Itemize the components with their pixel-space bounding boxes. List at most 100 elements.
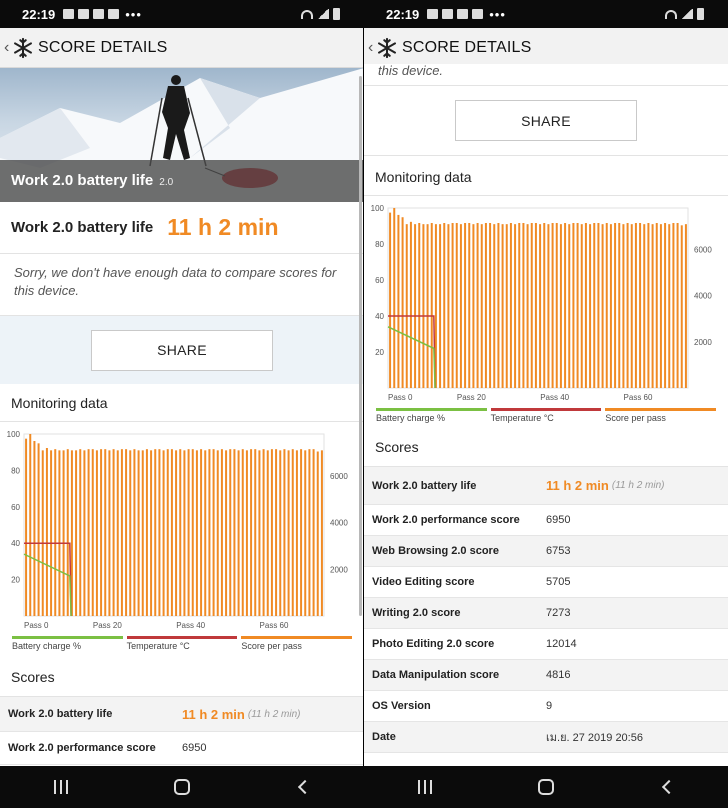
legend-score: Score per pass	[241, 636, 353, 651]
clock: 22:19	[386, 6, 420, 22]
score-bar	[108, 450, 111, 616]
scrollbar[interactable]	[359, 76, 362, 616]
monitoring-chart-svg: 20 40 60 80 100 2000 4000 6000 Pass 0 Pass 20 Pass…	[371, 204, 713, 402]
monitoring-chart: 20 40 60 80 100 2000 4000 6000 Pass 0 Pass 20 Pass…	[0, 422, 364, 636]
score-bar	[283, 449, 286, 616]
score-bar	[204, 450, 207, 616]
score-bar	[145, 449, 148, 616]
score-bar	[166, 449, 169, 616]
status-bar: 22:19 •••	[364, 0, 728, 28]
score-bar	[509, 223, 512, 388]
score-bar	[287, 450, 290, 616]
hero-version: 2.0	[159, 177, 174, 188]
score-bar	[250, 449, 253, 616]
y-left-tick-label: 20	[11, 576, 20, 585]
score-bar	[41, 450, 44, 616]
score-bar	[464, 223, 467, 388]
back-button[interactable]	[283, 772, 323, 802]
score-row-performance: Work 2.0 performance score 6950	[0, 732, 364, 765]
recents-icon	[53, 780, 68, 794]
score-bar	[559, 224, 562, 388]
app-header: ‹ SCORE DETAILS	[364, 28, 728, 68]
score-bar	[626, 223, 629, 388]
share-button[interactable]: SHARE	[455, 100, 637, 141]
score-bar	[543, 223, 546, 388]
score-bar	[237, 450, 240, 616]
recent-apps-button[interactable]	[41, 772, 81, 802]
score-bar	[580, 224, 583, 388]
score-bar	[304, 450, 307, 616]
score-bar	[397, 214, 400, 388]
clock: 22:19	[22, 6, 56, 22]
share-section: SHARE	[364, 86, 728, 156]
score-bar	[104, 449, 107, 616]
score-bar	[54, 449, 57, 616]
score-bar	[79, 449, 82, 616]
score-row-video-editing: Video Editing score 5705	[364, 567, 728, 598]
score-row-battery-life: Work 2.0 battery life 11 h 2 min (11 h 2…	[364, 467, 728, 505]
x-tick-label: Pass 40	[540, 393, 569, 402]
score-bar	[316, 451, 319, 616]
page-title: SCORE DETAILS	[38, 38, 168, 56]
facebook-icon	[93, 9, 105, 19]
y-left-tick-label: 60	[11, 503, 20, 512]
score-bar	[489, 223, 492, 388]
score-bar	[393, 208, 396, 388]
system-icons	[301, 8, 340, 20]
y-left-tick-label: 100	[371, 204, 385, 213]
score-bar	[614, 223, 617, 388]
score-row-writing: Writing 2.0 score 7273	[364, 598, 728, 629]
score-bar	[291, 449, 294, 616]
score-bar	[83, 450, 86, 616]
page-title: SCORE DETAILS	[402, 38, 532, 56]
score-bar	[75, 450, 78, 616]
score-bar	[50, 450, 53, 616]
score-bar	[112, 449, 115, 616]
monitoring-chart-svg: 20 40 60 80 100 2000 4000 6000 Pass 0 Pass 20 Pass…	[7, 430, 349, 630]
score-bar	[320, 450, 323, 616]
share-button[interactable]: SHARE	[91, 329, 273, 371]
score-bar	[514, 224, 517, 388]
x-tick-label: Pass 20	[93, 621, 122, 630]
x-tick-label: Pass 60	[260, 621, 289, 630]
y-right-tick-label: 6000	[694, 246, 712, 255]
score-bar	[279, 450, 282, 616]
score-bar	[505, 224, 508, 388]
notification-icons	[427, 9, 484, 19]
back-chevron-icon[interactable]: ‹	[4, 39, 12, 57]
x-tick-label: Pass 40	[176, 621, 205, 630]
score-bar	[129, 450, 132, 616]
score-bar	[589, 224, 592, 388]
score-bar	[443, 223, 446, 388]
score-bar	[601, 224, 604, 388]
system-icons	[665, 8, 704, 20]
score-bar	[634, 223, 637, 388]
home-button[interactable]	[162, 772, 202, 802]
score-bar	[639, 223, 642, 388]
score-bar	[295, 450, 298, 616]
score-bar	[162, 450, 165, 616]
score-bar	[208, 449, 211, 616]
recent-apps-button[interactable]	[405, 772, 445, 802]
score-bar	[555, 223, 558, 388]
back-button[interactable]	[647, 772, 687, 802]
score-bar	[62, 450, 65, 616]
score-bar	[426, 224, 429, 388]
score-bar	[418, 223, 421, 388]
legend-temperature: Temperature °C	[490, 408, 602, 423]
score-bar	[605, 223, 608, 388]
back-chevron-icon[interactable]: ‹	[368, 39, 376, 57]
score-bar	[668, 224, 671, 388]
home-icon	[173, 779, 190, 795]
home-button[interactable]	[526, 772, 566, 802]
score-bar	[216, 450, 219, 616]
score-bar	[401, 217, 404, 388]
score-bar	[422, 224, 425, 388]
score-bar	[622, 224, 625, 388]
score-bar	[551, 223, 554, 388]
plot-area	[23, 433, 325, 617]
monitoring-chart: 20 40 60 80 100 2000 4000 6000 Pass 0 Pass 20 Pass…	[364, 196, 728, 408]
score-bar	[405, 224, 408, 388]
score-bar	[530, 223, 533, 388]
snowflake-logo-icon	[378, 37, 396, 58]
